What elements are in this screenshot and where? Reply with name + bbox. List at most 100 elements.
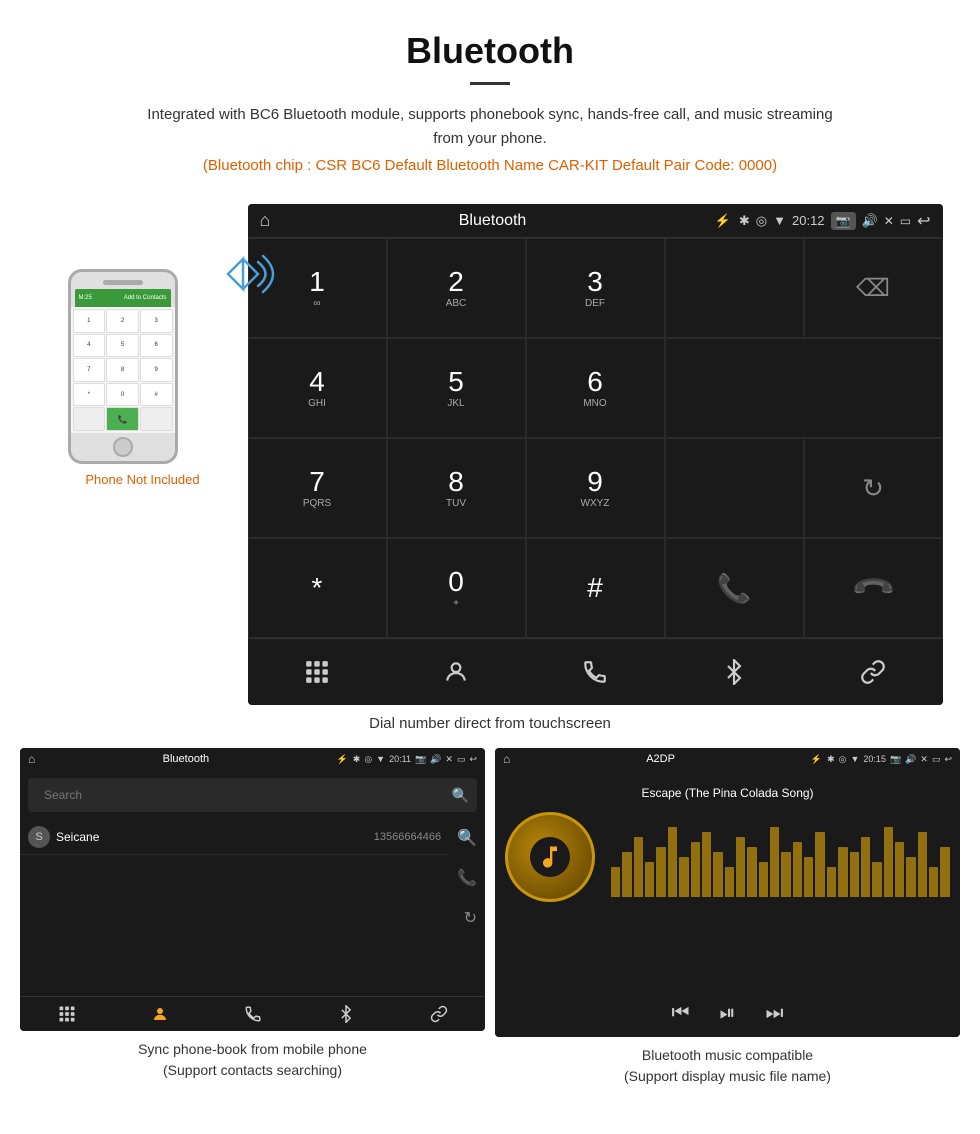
eq-bar <box>929 867 938 897</box>
music-status-right: ✱ ◎ ▼ 20:15 📷 🔊 ✕ ▭ ↩ <box>827 754 952 765</box>
phone-key-0[interactable]: 0 <box>106 383 139 407</box>
camera-icon[interactable]: 📷 <box>831 212 856 230</box>
close-icon[interactable]: ✕ <box>884 214 894 228</box>
contact-item-seicane[interactable]: S Seicane 13566664466 <box>20 820 449 855</box>
contacts-search-input[interactable] <box>36 783 452 807</box>
dial-key-4[interactable]: 4GHI <box>248 338 387 438</box>
phone-side-icon[interactable]: 📞 <box>457 868 477 888</box>
home-icon[interactable]: ⌂ <box>260 210 271 231</box>
dial-key-5[interactable]: 5JKL <box>387 338 526 438</box>
contacts-home-icon[interactable]: ⌂ <box>28 752 35 766</box>
eq-bar <box>747 847 756 897</box>
play-pause-button[interactable]: ⏯ <box>720 1002 736 1025</box>
big-screen-mockup: ⌂ Bluetooth ⚡ ✱ ◎ ▼ 20:12 📷 🔊 ✕ ▭ ↩ 1∞ 2… <box>248 204 943 705</box>
music-signal-icon: ▼ <box>851 754 860 765</box>
refresh-side-icon[interactable]: ↻ <box>464 908 477 928</box>
contacts-nav-link[interactable] <box>392 1005 485 1023</box>
music-close-icon: ✕ <box>920 754 928 765</box>
contacts-screen-icon: ▭ <box>457 754 466 765</box>
dial-key-2[interactable]: 2ABC <box>387 238 526 338</box>
contacts-nav-phone[interactable] <box>206 1005 299 1023</box>
dial-key-7[interactable]: 7PQRS <box>248 438 387 538</box>
eq-bar <box>940 847 949 897</box>
phone-key-call[interactable]: 📞 <box>106 407 139 431</box>
contacts-spacer <box>20 936 485 996</box>
contacts-nav-user[interactable] <box>113 1005 206 1023</box>
nav-bluetooth[interactable] <box>665 651 804 693</box>
eq-bar <box>895 842 904 897</box>
phone-key-2[interactable]: 2 <box>106 309 139 333</box>
eq-bar <box>781 852 790 897</box>
contacts-status-right: ✱ ◎ ▼ 20:11 📷 🔊 ✕ ▭ ↩ <box>353 754 477 765</box>
dial-key-hash[interactable]: # <box>526 538 665 638</box>
fast-forward-button[interactable]: ⏭ <box>766 1002 784 1025</box>
music-back-icon[interactable]: ↩ <box>944 754 952 765</box>
eq-bar <box>770 827 779 897</box>
music-caption-line1: Bluetooth music compatible <box>642 1047 813 1063</box>
nav-link[interactable] <box>804 651 943 693</box>
phone-key-6[interactable]: 6 <box>140 334 173 358</box>
dial-key-star[interactable]: * <box>248 538 387 638</box>
phone-home-button[interactable] <box>113 437 133 457</box>
eq-bar <box>645 862 654 897</box>
title-divider <box>470 82 510 85</box>
contacts-caption-line2: (Support contacts searching) <box>163 1062 342 1078</box>
eq-bar <box>611 867 620 897</box>
eq-bar <box>861 837 870 897</box>
music-song-title: Escape (The Pina Colada Song) <box>641 786 813 800</box>
call-red-button[interactable]: 📞 <box>804 538 943 638</box>
eq-bar <box>793 842 802 897</box>
dial-key-8[interactable]: 8TUV <box>387 438 526 538</box>
bottom-screens-row: ⌂ Bluetooth ⚡ ✱ ◎ ▼ 20:11 📷 🔊 ✕ ▭ ↩ <box>0 748 980 1107</box>
phone-key-9[interactable]: 9 <box>140 358 173 382</box>
dialpad-icon <box>304 659 330 685</box>
phone-key-7[interactable]: 7 <box>73 358 106 382</box>
dial-key-6[interactable]: 6MNO <box>526 338 665 438</box>
nav-dialpad[interactable] <box>248 651 387 693</box>
small-dialpad-icon <box>58 1005 76 1023</box>
search-icon[interactable]: 🔍 <box>452 787 469 804</box>
rewind-button[interactable]: ⏮ <box>672 1002 690 1025</box>
dial-key-0[interactable]: 0+ <box>387 538 526 638</box>
eq-bar <box>827 867 836 897</box>
contacts-right-icons: 🔍 📞 ↻ <box>449 820 485 936</box>
red-phone-icon: 📞 <box>849 564 897 612</box>
nav-phone[interactable] <box>526 651 665 693</box>
refresh-button[interactable]: ↻ <box>804 438 943 538</box>
phone-speaker <box>103 280 143 285</box>
contacts-nav-bluetooth[interactable] <box>299 1005 392 1023</box>
small-user-icon <box>151 1005 169 1023</box>
phone-key-1[interactable]: 1 <box>73 309 106 333</box>
screen-icon[interactable]: ▭ <box>900 214 911 228</box>
bluetooth-info: (Bluetooth chip : CSR BC6 Default Blueto… <box>20 157 960 174</box>
phone-key-4[interactable]: 4 <box>73 334 106 358</box>
search-side-icon[interactable]: 🔍 <box>457 828 477 848</box>
volume-icon[interactable]: 🔊 <box>862 213 878 229</box>
eq-bar <box>918 832 927 897</box>
page-title: Bluetooth <box>20 30 960 72</box>
phone-key-8[interactable]: 8 <box>106 358 139 382</box>
dial-key-9[interactable]: 9WXYZ <box>526 438 665 538</box>
time-display: 20:12 <box>792 213 825 228</box>
contacts-screen-label: Bluetooth <box>40 753 331 765</box>
contacts-nav-dialpad[interactable] <box>20 1005 113 1023</box>
music-cam-icon: 📷 <box>890 754 901 765</box>
dial-key-3[interactable]: 3DEF <box>526 238 665 338</box>
music-screen: ⌂ A2DP ⚡ ✱ ◎ ▼ 20:15 📷 🔊 ✕ ▭ ↩ Escape (T… <box>495 748 960 1087</box>
music-home-icon[interactable]: ⌂ <box>503 752 510 766</box>
eq-bar <box>804 857 813 897</box>
phone-key-hash[interactable]: # <box>140 383 173 407</box>
phone-key-3[interactable]: 3 <box>140 309 173 333</box>
call-green-button[interactable]: 📞 <box>665 538 804 638</box>
contacts-back-icon[interactable]: ↩ <box>469 754 477 765</box>
contacts-caption: Sync phone-book from mobile phone (Suppo… <box>138 1039 367 1081</box>
back-icon[interactable]: ↩ <box>917 211 930 231</box>
equalizer-bars <box>611 817 950 897</box>
phone-key-5[interactable]: 5 <box>106 334 139 358</box>
backspace-button[interactable]: ⌫ <box>804 238 943 338</box>
contacts-caption-line1: Sync phone-book from mobile phone <box>138 1041 367 1057</box>
phone-key-star[interactable]: * <box>73 383 106 407</box>
nav-contacts[interactable] <box>387 651 526 693</box>
eq-bar <box>872 862 881 897</box>
contacts-vol-icon: 🔊 <box>430 754 441 765</box>
